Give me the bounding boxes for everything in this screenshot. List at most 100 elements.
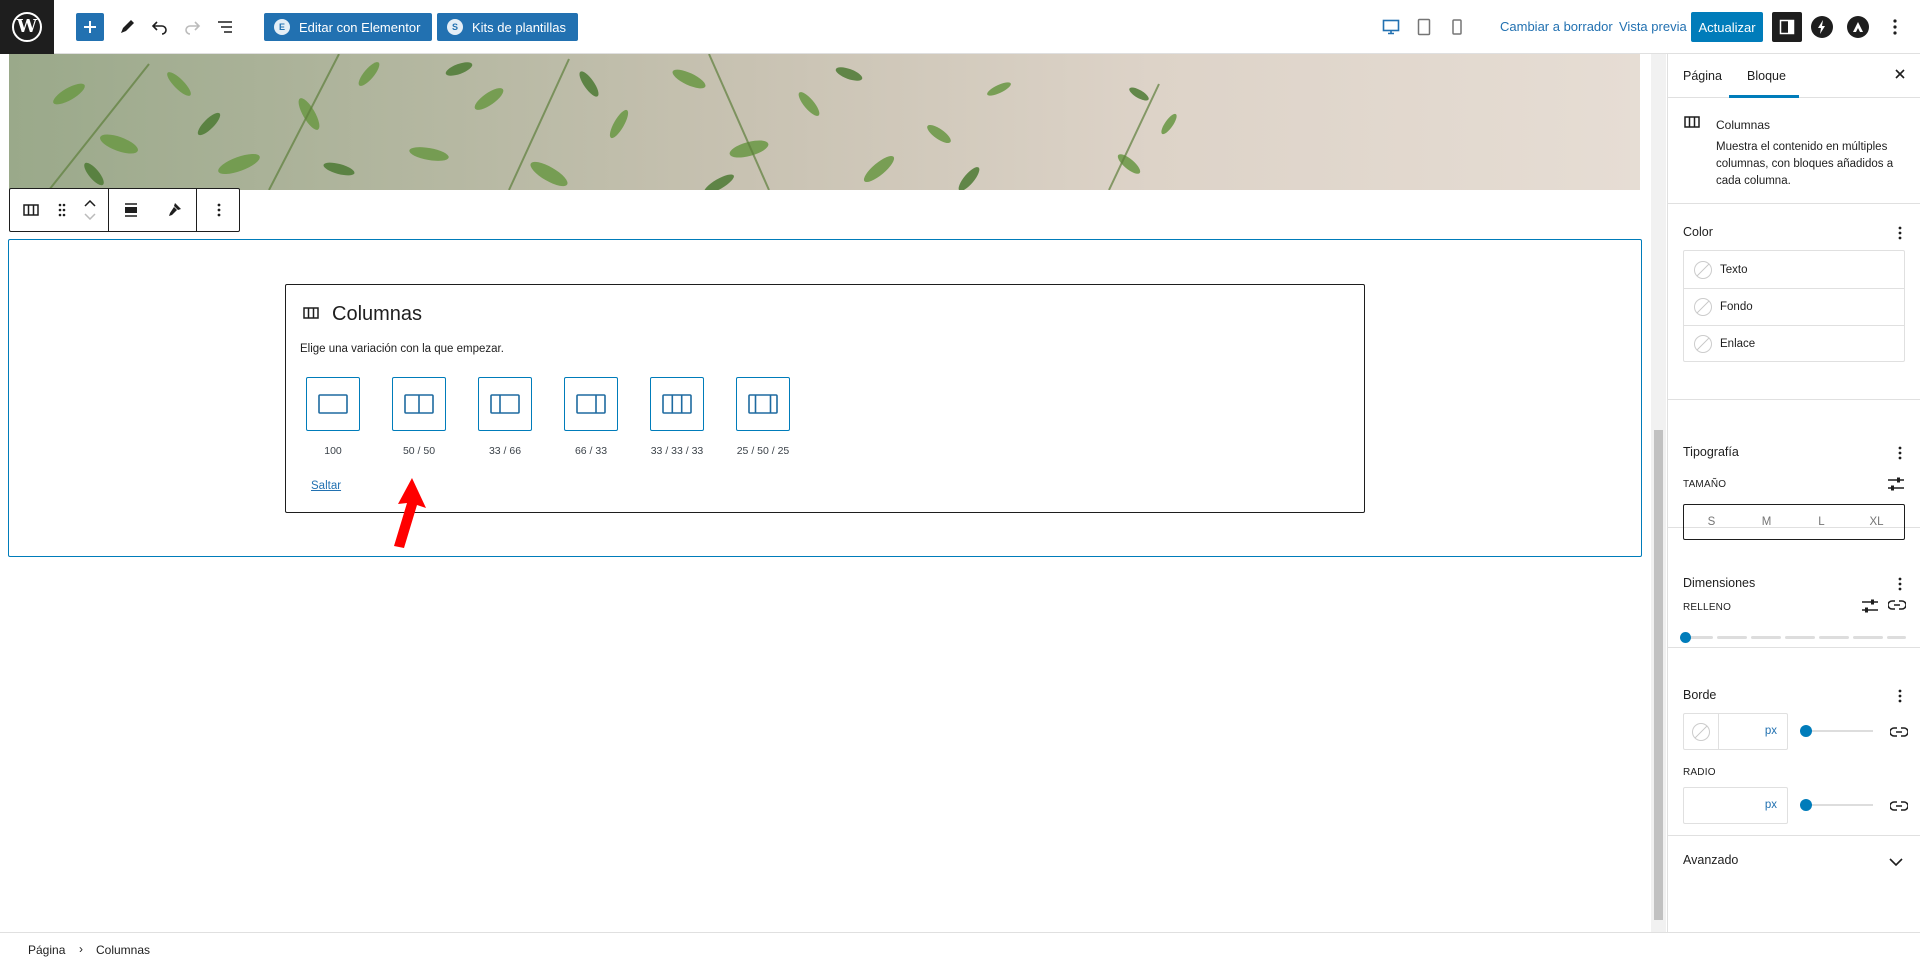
- color-options-button[interactable]: [1892, 224, 1908, 242]
- add-block-button[interactable]: [76, 13, 104, 41]
- typography-panel: Tipografía TAMAÑO S M L XL: [1668, 400, 1920, 540]
- breadcrumb-columns[interactable]: Columnas: [96, 943, 150, 957]
- wordpress-logo-button[interactable]: W: [0, 0, 54, 54]
- redo-button[interactable]: [178, 13, 206, 41]
- variation-50-50[interactable]: 50 / 50: [392, 377, 446, 457]
- update-button[interactable]: Actualizar: [1691, 12, 1763, 42]
- border-width-slider[interactable]: [1800, 725, 1873, 737]
- block-toolbar: [9, 188, 240, 232]
- template-kits-button[interactable]: S Kits de plantillas: [437, 13, 578, 41]
- color-item-link[interactable]: Enlace: [1684, 325, 1904, 362]
- custom-padding-toggle[interactable]: [1861, 598, 1879, 619]
- radius-unit-select[interactable]: px: [1765, 799, 1777, 811]
- variation-label: 33 / 33 / 33: [650, 445, 704, 457]
- variation-33-33-33[interactable]: 33 / 33 / 33: [650, 377, 704, 457]
- kits-icon: S: [447, 19, 463, 35]
- link-icon: [1889, 801, 1909, 811]
- padding-label: RELLENO: [1683, 602, 1732, 613]
- radius-link-button[interactable]: [1889, 799, 1909, 818]
- placeholder-instructions: Elige una variación con la que empezar.: [300, 343, 504, 355]
- color-settings-list: Texto Fondo Enlace: [1683, 250, 1905, 362]
- color-item-text[interactable]: Texto: [1684, 251, 1904, 288]
- desktop-preview-button[interactable]: [1377, 13, 1405, 41]
- border-radius-slider-thumb[interactable]: [1800, 799, 1812, 811]
- preview-link[interactable]: Vista previa: [1619, 19, 1687, 34]
- variation-label: 33 / 66: [488, 445, 522, 457]
- padding-slider-thumb[interactable]: [1680, 632, 1691, 643]
- breadcrumb-page[interactable]: Página: [28, 943, 65, 957]
- advanced-panel[interactable]: Avanzado: [1668, 836, 1920, 886]
- padding-slider[interactable]: [1680, 632, 1906, 643]
- block-type-button[interactable]: [10, 189, 52, 231]
- border-link-button[interactable]: [1889, 725, 1909, 744]
- block-breadcrumbs: Página › Columnas: [0, 932, 1920, 965]
- tools-button[interactable]: [113, 13, 141, 41]
- block-options-button[interactable]: [197, 189, 241, 231]
- mobile-preview-button[interactable]: [1443, 13, 1471, 41]
- tab-block[interactable]: Bloque: [1747, 69, 1786, 83]
- options-button[interactable]: [1881, 13, 1909, 41]
- more-vertical-icon: [1893, 19, 1897, 35]
- switch-to-draft-link[interactable]: Cambiar a borrador: [1500, 19, 1613, 34]
- styles-button[interactable]: [153, 189, 197, 231]
- typography-options-button[interactable]: [1892, 444, 1908, 462]
- plugin-bolt-button[interactable]: [1811, 16, 1833, 38]
- settings-toggle-button[interactable]: [1772, 12, 1802, 42]
- color-swatch-empty: [1692, 722, 1710, 741]
- variation-66-33[interactable]: 66 / 33: [564, 377, 618, 457]
- skip-link[interactable]: Saltar: [311, 480, 341, 492]
- variation-button[interactable]: [478, 377, 532, 431]
- typography-panel-title: Tipografía: [1683, 445, 1739, 459]
- columns-icon: [1684, 116, 1700, 128]
- variation-25-50-25[interactable]: 25 / 50 / 25: [736, 377, 790, 457]
- variation-button[interactable]: [306, 377, 360, 431]
- close-sidebar-button[interactable]: [1893, 67, 1907, 86]
- border-unit-select[interactable]: px: [1765, 725, 1777, 737]
- border-options-button[interactable]: [1892, 687, 1908, 705]
- undo-icon: [151, 21, 167, 35]
- border-panel: Borde px RADIO px: [1668, 648, 1920, 836]
- tablet-preview-button[interactable]: [1410, 13, 1438, 41]
- settings-sidebar: Página Bloque Columnas Muestra el conten…: [1667, 54, 1920, 932]
- variation-button[interactable]: [564, 377, 618, 431]
- canvas-scrollbar[interactable]: [1651, 54, 1666, 932]
- border-radius-input[interactable]: px: [1683, 787, 1788, 824]
- drag-handle[interactable]: [52, 189, 72, 231]
- variation-100[interactable]: 100: [306, 377, 360, 457]
- undo-button[interactable]: [146, 13, 174, 41]
- layout-66-33-icon: [576, 394, 606, 414]
- dimensions-options-button[interactable]: [1892, 575, 1908, 593]
- variation-33-66[interactable]: 33 / 66: [478, 377, 532, 457]
- font-size-label: TAMAÑO: [1683, 479, 1727, 490]
- color-item-background[interactable]: Fondo: [1684, 288, 1904, 325]
- tab-page[interactable]: Página: [1683, 69, 1722, 83]
- more-vertical-icon: [1898, 446, 1902, 460]
- border-width-input[interactable]: px: [1683, 713, 1788, 750]
- dimensions-panel: Dimensiones RELLENO: [1668, 528, 1920, 648]
- edit-with-elementor-button[interactable]: E Editar con Elementor: [264, 13, 433, 41]
- variation-button[interactable]: [736, 377, 790, 431]
- plus-icon: [84, 21, 96, 33]
- list-view-icon: [218, 21, 232, 33]
- cover-image[interactable]: [9, 54, 1640, 190]
- variation-button[interactable]: [392, 377, 446, 431]
- elementor-icon: E: [274, 19, 290, 35]
- document-overview-button[interactable]: [211, 13, 239, 41]
- advanced-expand-button[interactable]: [1889, 854, 1903, 872]
- plugin-astra-button[interactable]: [1847, 16, 1869, 38]
- unlink-sides-button[interactable]: [1887, 598, 1907, 617]
- scrollbar-thumb[interactable]: [1654, 430, 1663, 920]
- more-vertical-icon: [1898, 226, 1902, 240]
- mobile-icon: [1452, 19, 1462, 35]
- border-color-button[interactable]: [1684, 714, 1719, 749]
- border-width-slider-thumb[interactable]: [1800, 725, 1812, 737]
- variation-button[interactable]: [650, 377, 704, 431]
- align-button[interactable]: [109, 189, 153, 231]
- radius-label: RADIO: [1683, 767, 1716, 778]
- chevron-down-icon[interactable]: [84, 213, 96, 220]
- custom-size-toggle[interactable]: [1887, 476, 1905, 497]
- settings-sliders-icon: [1862, 599, 1878, 613]
- border-radius-slider[interactable]: [1800, 799, 1873, 811]
- chevron-up-icon[interactable]: [84, 200, 96, 207]
- columns-placeholder: Columnas Elige una variación con la que …: [285, 284, 1365, 513]
